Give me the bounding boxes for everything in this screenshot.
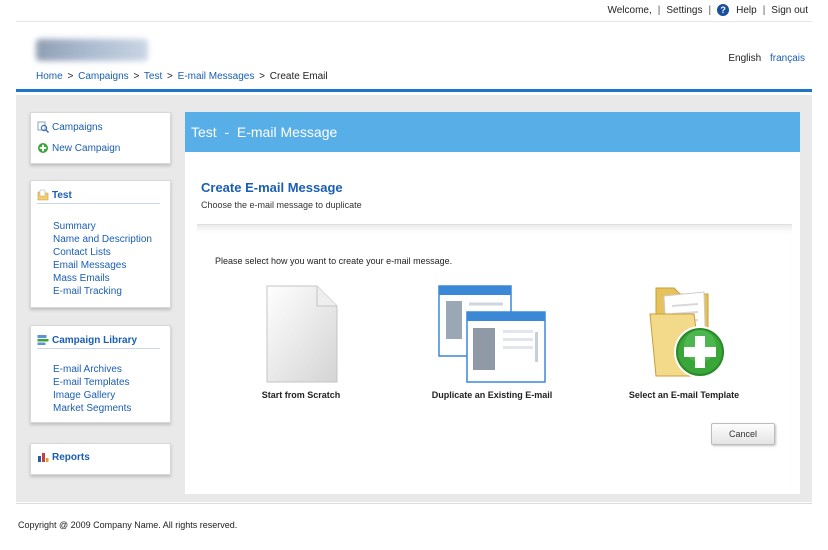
language-french-link[interactable]: français [770, 53, 805, 64]
breadcrumb-test[interactable]: Test [144, 71, 162, 82]
breadcrumb-current: Create Email [269, 71, 328, 82]
cancel-button[interactable]: Cancel [711, 423, 775, 445]
breadcrumb-separator: > [167, 71, 173, 82]
sidebar-item-reports[interactable]: Reports [37, 451, 90, 463]
sidebar-library-box: Campaign Library E-mail Archives E-mail … [30, 325, 171, 423]
signout-link[interactable]: Sign out [771, 5, 808, 16]
sidebar-item-name-description[interactable]: Name and Description [53, 234, 152, 245]
footer: Copyright @ 2009 Company Name. All right… [16, 503, 812, 543]
add-circle-icon [37, 142, 49, 154]
header: Home > Campaigns > Test > E-mail Message… [16, 22, 812, 92]
library-icon [37, 334, 49, 346]
start-from-scratch-option[interactable]: Start from Scratch [251, 284, 351, 400]
library-section-title: Campaign Library [37, 334, 160, 349]
sidebar-item-email-archives[interactable]: E-mail Archives [53, 364, 122, 375]
sidebar-nav-box: Campaigns New Campaign [30, 112, 171, 164]
library-submenu: E-mail Archives E-mail Templates Image G… [31, 363, 170, 415]
panel-header: Test - E-mail Message [185, 112, 800, 152]
help-link[interactable]: Help [736, 5, 757, 16]
duplicate-email-option[interactable]: Duplicate an Existing E-mail [425, 284, 559, 400]
sidebar-reports-box: Reports [30, 443, 171, 475]
breadcrumb-home[interactable]: Home [36, 71, 63, 82]
library-title-text: Campaign Library [52, 334, 138, 346]
page-subtitle: Choose the e-mail message to duplicate [201, 200, 362, 210]
sidebar-item-email-templates[interactable]: E-mail Templates [53, 377, 130, 388]
language-current: English [728, 53, 762, 64]
duplicate-windows-icon [437, 284, 547, 384]
selection-prompt: Please select how you want to create you… [215, 256, 453, 266]
folder-icon [37, 189, 49, 201]
separator: | [762, 4, 766, 16]
folder-add-icon [634, 284, 734, 384]
sidebar-item-new-campaign[interactable]: New Campaign [37, 142, 120, 154]
option-label: Start from Scratch [261, 390, 341, 400]
sidebar-item-campaigns[interactable]: Campaigns [37, 121, 103, 133]
page-title: Create E-mail Message [201, 180, 343, 195]
option-label: Duplicate an Existing E-mail [431, 390, 553, 400]
sidebar-item-summary[interactable]: Summary [53, 221, 96, 232]
breadcrumb-separator: > [67, 71, 74, 82]
separator: | [657, 4, 661, 16]
sidebar-item-mass-emails[interactable]: Mass Emails [53, 273, 110, 284]
sidebar-item-contact-lists[interactable]: Contact Lists [53, 247, 111, 258]
sidebar-item-email-tracking[interactable]: E-mail Tracking [53, 286, 122, 297]
test-section-title: Test [37, 189, 160, 204]
test-submenu: Summary Name and Description Contact Lis… [31, 220, 170, 298]
test-title-text: Test [52, 189, 72, 201]
magnifier-icon [37, 121, 49, 133]
select-template-option[interactable]: Select an E-mail Template [621, 284, 747, 400]
sidebar-item-email-messages[interactable]: Email Messages [53, 260, 126, 271]
breadcrumb: Home > Campaigns > Test > E-mail Message… [36, 71, 328, 82]
breadcrumb-separator: > [133, 71, 140, 82]
sidebar-item-label[interactable]: New Campaign [52, 143, 120, 154]
language-switcher: English français [728, 53, 805, 64]
main-panel: Test - E-mail Message Create E-mail Mess… [185, 112, 800, 494]
sidebar-item-market-segments[interactable]: Market Segments [53, 403, 131, 414]
option-label: Select an E-mail Template [628, 390, 740, 400]
help-icon[interactable]: ? [717, 4, 730, 16]
copyright-text: Copyright @ 2009 Company Name. All right… [18, 520, 238, 530]
sidebar-test-box: Test Summary Name and Description Contac… [30, 180, 171, 308]
separator: | [708, 4, 712, 16]
settings-link[interactable]: Settings [666, 5, 702, 16]
sidebar-item-label[interactable]: Campaigns [52, 122, 103, 133]
top-bar: Welcome, | Settings | ? Help | Sign out [16, 0, 812, 22]
company-logo[interactable] [36, 39, 148, 61]
welcome-text: Welcome, [607, 4, 652, 16]
breadcrumb-email-messages[interactable]: E-mail Messages [178, 71, 255, 82]
breadcrumb-campaigns[interactable]: Campaigns [78, 71, 129, 82]
sidebar-item-image-gallery[interactable]: Image Gallery [53, 390, 115, 401]
breadcrumb-separator: > [259, 71, 265, 82]
blank-page-icon [263, 284, 339, 384]
sidebar-item-label[interactable]: Reports [52, 452, 90, 463]
reports-chart-icon [37, 451, 49, 463]
